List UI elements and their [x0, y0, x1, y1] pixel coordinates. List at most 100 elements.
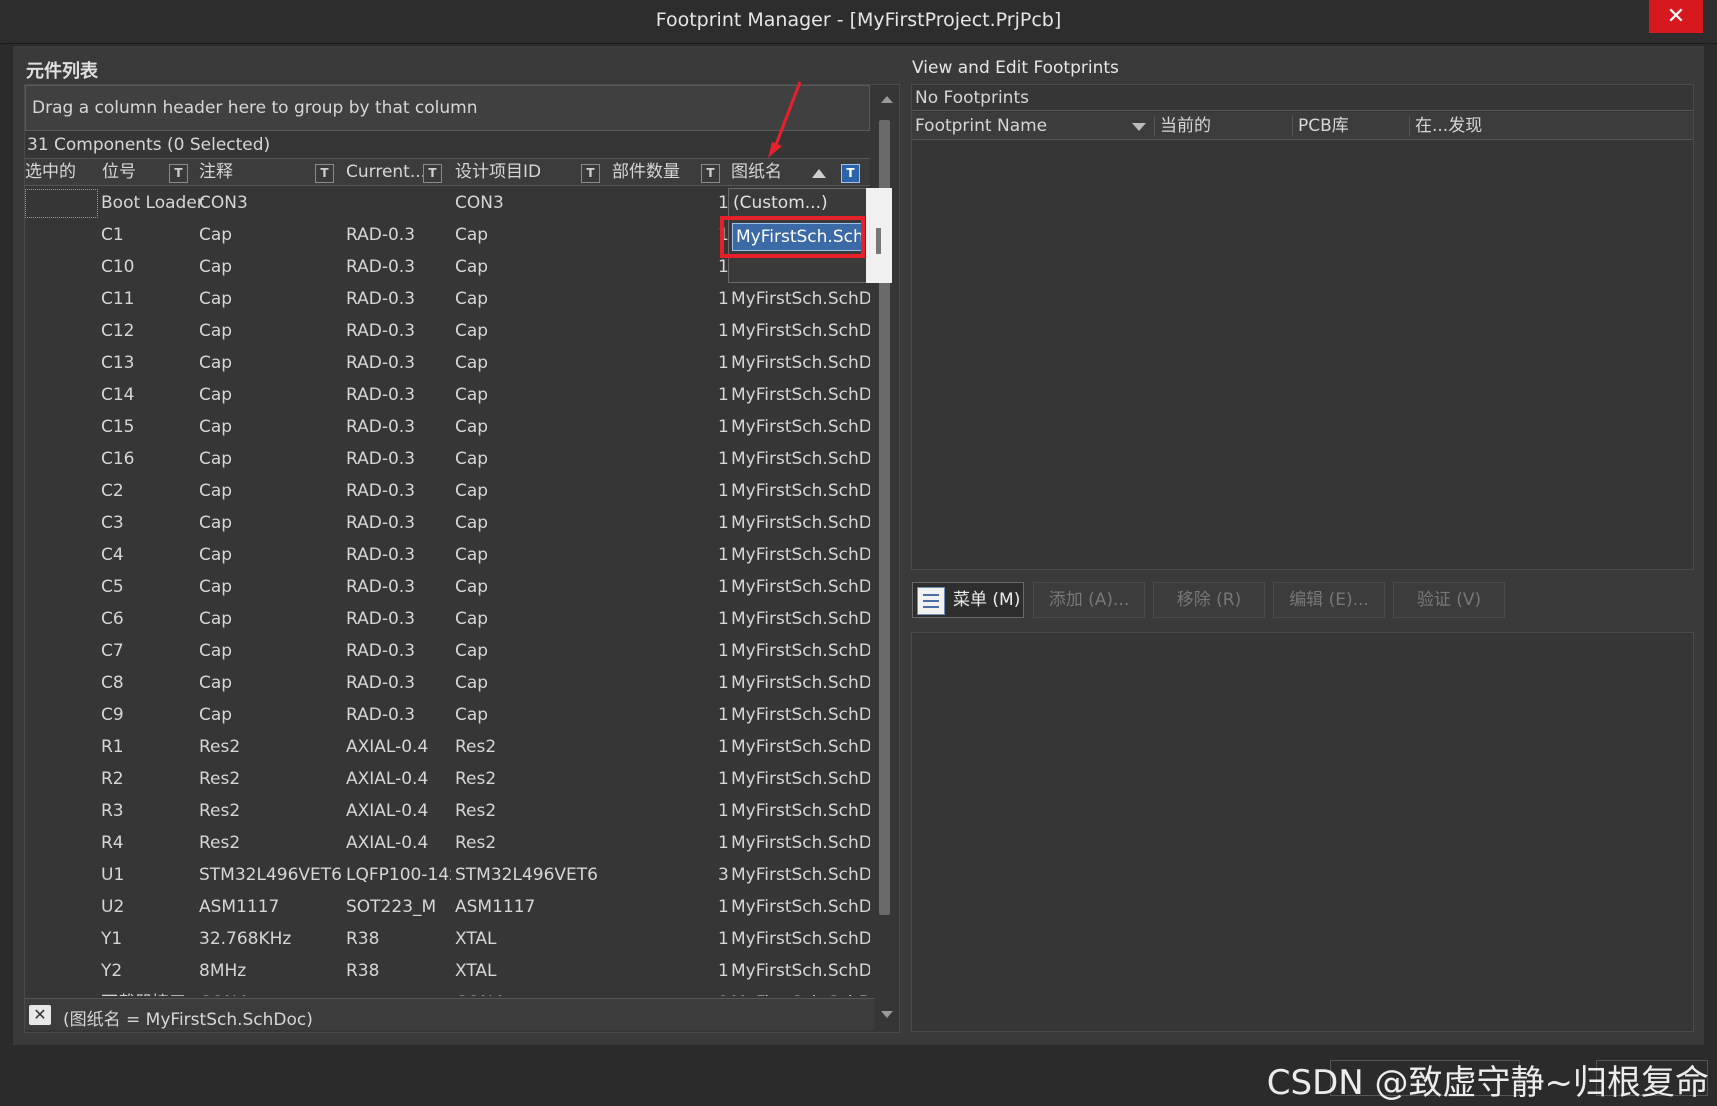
table-row[interactable]: C8 Cap RAD-0.3 Cap 1MyFirstSch.SchDoc [25, 668, 870, 700]
col-part-count[interactable]: 部件数量 [612, 159, 680, 187]
cell-designator: C12 [101, 321, 135, 341]
table-row[interactable]: C7 Cap RAD-0.3 Cap 1MyFirstSch.SchDoc [25, 636, 870, 668]
table-row[interactable]: U2 ASM1117 SOT223_M ASM1117 1 MyFirstSch.SchD… [25, 892, 870, 924]
table-row[interactable]: C12 Cap RAD-0.3 Cap 1MyFirstSch.SchDoc [25, 316, 870, 348]
cell-current: AXIAL-0.4 [346, 801, 429, 821]
footprints-header: Footprint Name 当前的 PCB库 在...发现 [912, 112, 1693, 140]
scroll-down-icon[interactable] [881, 1011, 893, 1018]
filter-comment-button[interactable]: T [315, 164, 334, 183]
cell-current: RAD-0.3 [346, 641, 416, 661]
scroll-up-icon[interactable] [881, 96, 893, 103]
col-sheet-name[interactable]: 图纸名 [731, 159, 782, 187]
cell-sheet: MyFirstSch.SchDoc [731, 897, 870, 917]
cell-design-id: Cap [455, 353, 489, 373]
col-current-footprint[interactable]: 当前的 [1160, 112, 1211, 140]
table-row[interactable]: C15 Cap RAD-0.3 Cap 1MyFirstSch.SchDoc [25, 412, 870, 444]
cell-parts: 1 [718, 769, 729, 789]
filter-part-count-button[interactable]: T [701, 164, 720, 183]
cell-design-id: Res2 [455, 833, 497, 853]
group-by-area[interactable]: Drag a column header here to group by th… [25, 85, 870, 131]
cell-parts: 1 [718, 833, 729, 853]
cell-design-id: CON3 [455, 193, 504, 213]
cell-sheet: MyFirstSch.SchDoc [731, 801, 870, 821]
col-selected[interactable]: 选中的 [25, 159, 76, 187]
filter-sheet-name-button[interactable]: T [841, 164, 860, 183]
close-button[interactable]: ✕ [1649, 0, 1703, 33]
clear-filter-icon[interactable]: ✕ [29, 1005, 51, 1025]
cell-designator: Y1 [101, 929, 123, 949]
cell-designator: C7 [101, 641, 124, 661]
table-row[interactable]: C6 Cap RAD-0.3 Cap 1MyFirstSch.SchDoc [25, 604, 870, 636]
table-row[interactable]: C5 Cap RAD-0.3 Cap 1MyFirstSch.SchDoc [25, 572, 870, 604]
table-row[interactable]: 下载器接口 CON4 CON4 1MyFirstSch.SchDoc [25, 988, 870, 996]
cell-comment: Cap [199, 257, 233, 277]
cell-design-id: Cap [455, 449, 489, 469]
table-row[interactable]: R3 Res2 AXIAL-0.4 Res2 1MyFirstSch.SchDoc [25, 796, 870, 828]
table-row[interactable]: C14 Cap RAD-0.3 Cap 1MyFirstSch.SchDoc [25, 380, 870, 412]
table-row[interactable]: R4 Res2 AXIAL-0.4 Res2 1MyFirstSch.SchDoc [25, 828, 870, 860]
footprints-status: No Footprints [912, 85, 1693, 111]
cell-comment: Res2 [199, 769, 241, 789]
cell-parts: 1 [718, 385, 729, 405]
menu-button[interactable]: 菜单 (M) [912, 582, 1024, 618]
cell-sheet: MyFirstSch.SchDoc [731, 609, 870, 629]
col-comment[interactable]: 注释 [199, 159, 233, 187]
cell-comment: Cap [199, 385, 233, 405]
cell-sheet: MyFirstSch.SchDoc [731, 417, 870, 437]
cell-designator: C3 [101, 513, 124, 533]
table-row[interactable]: R2 Res2 AXIAL-0.4 Res2 1MyFirstSch.SchDoc [25, 764, 870, 796]
filter-designator-button[interactable]: T [169, 164, 188, 183]
chevron-down-icon[interactable] [1132, 123, 1146, 131]
cell-design-id: Cap [455, 225, 489, 245]
sort-ascending-icon[interactable] [812, 169, 826, 178]
col-pcb-library[interactable]: PCB库 [1298, 112, 1349, 140]
cell-design-id: Cap [455, 257, 489, 277]
table-row[interactable]: Y2 8MHz R38 XTAL 1MyFirstSch.SchDoc [25, 956, 870, 988]
table-row[interactable]: C9 Cap RAD-0.3 Cap 1MyFirstSch.SchDoc [25, 700, 870, 732]
dropdown-scrollbar[interactable] [866, 188, 892, 283]
table-row[interactable]: C3 Cap RAD-0.3 Cap 1MyFirstSch.SchDoc [25, 508, 870, 540]
cell-parts: 1 [718, 577, 729, 597]
cell-current: RAD-0.3 [346, 545, 416, 565]
table-row[interactable]: C11 Cap RAD-0.3 Cap 1MyFirstSch.SchDoc [25, 284, 870, 316]
filter-design-id-button[interactable]: T [581, 164, 600, 183]
cell-designator: C8 [101, 673, 124, 693]
grid-header: 选中的 位号 T 注释 T Current... T 设计项目ID T 部件数量… [25, 158, 870, 186]
row-select-cell[interactable] [25, 189, 98, 218]
component-grid[interactable]: Boot Loader CON3 CON3 1 C1 Cap RAD-0.3 Cap 1 C10 C… [25, 188, 870, 996]
cell-designator: C14 [101, 385, 135, 405]
table-row[interactable]: C13 Cap RAD-0.3 Cap 1MyFirstSch.SchDoc [25, 348, 870, 380]
dropdown-option-custom[interactable]: (Custom...) [733, 193, 828, 213]
cell-parts: 1 [718, 481, 729, 501]
cell-comment: Cap [199, 673, 233, 693]
table-row[interactable]: C16 Cap RAD-0.3 Cap 1MyFirstSch.SchDoc [25, 444, 870, 476]
cell-design-id: Cap [455, 641, 489, 661]
footprints-frame [911, 84, 1694, 570]
cell-comment: Cap [199, 321, 233, 341]
cell-parts: 1 [718, 545, 729, 565]
cell-design-id: Cap [455, 545, 489, 565]
table-row[interactable]: R1 Res2 AXIAL-0.4 Res2 1MyFirstSch.SchDoc [25, 732, 870, 764]
filter-current-button[interactable]: T [423, 164, 442, 183]
add-button[interactable]: 添加 (A)... [1033, 582, 1145, 618]
edit-button[interactable]: 编辑 (E)... [1273, 582, 1385, 618]
cell-designator: R4 [101, 833, 124, 853]
remove-button[interactable]: 移除 (R) [1153, 582, 1265, 618]
cell-current: SOT223_M [346, 897, 437, 917]
col-designator[interactable]: 位号 [102, 159, 136, 187]
col-design-id[interactable]: 设计项目ID [455, 159, 541, 187]
dropdown-scroll-thumb[interactable] [876, 228, 881, 254]
table-row[interactable]: U1 STM32L496VET6LQFP100-14x1STM32L496VET6… [25, 860, 870, 892]
col-current[interactable]: Current... [346, 159, 426, 187]
table-row[interactable]: C2 Cap RAD-0.3 Cap 1MyFirstSch.SchDoc [25, 476, 870, 508]
table-row[interactable]: C4 Cap RAD-0.3 Cap 1MyFirstSch.SchDoc [25, 540, 870, 572]
column-divider [1154, 116, 1155, 136]
annotation-arrow-icon [768, 81, 802, 158]
cell-sheet: MyFirstSch.SchDoc [731, 961, 870, 981]
col-footprint-name[interactable]: Footprint Name [915, 112, 1047, 140]
validate-button[interactable]: 验证 (V) [1393, 582, 1505, 618]
cell-sheet: MyFirstSch.SchDoc [731, 673, 870, 693]
table-row[interactable]: Y1 32.768KHz R38 XTAL 1MyFirstSch.SchDoc [25, 924, 870, 956]
col-found-in[interactable]: 在...发现 [1415, 112, 1482, 140]
cell-design-id: Cap [455, 417, 489, 437]
